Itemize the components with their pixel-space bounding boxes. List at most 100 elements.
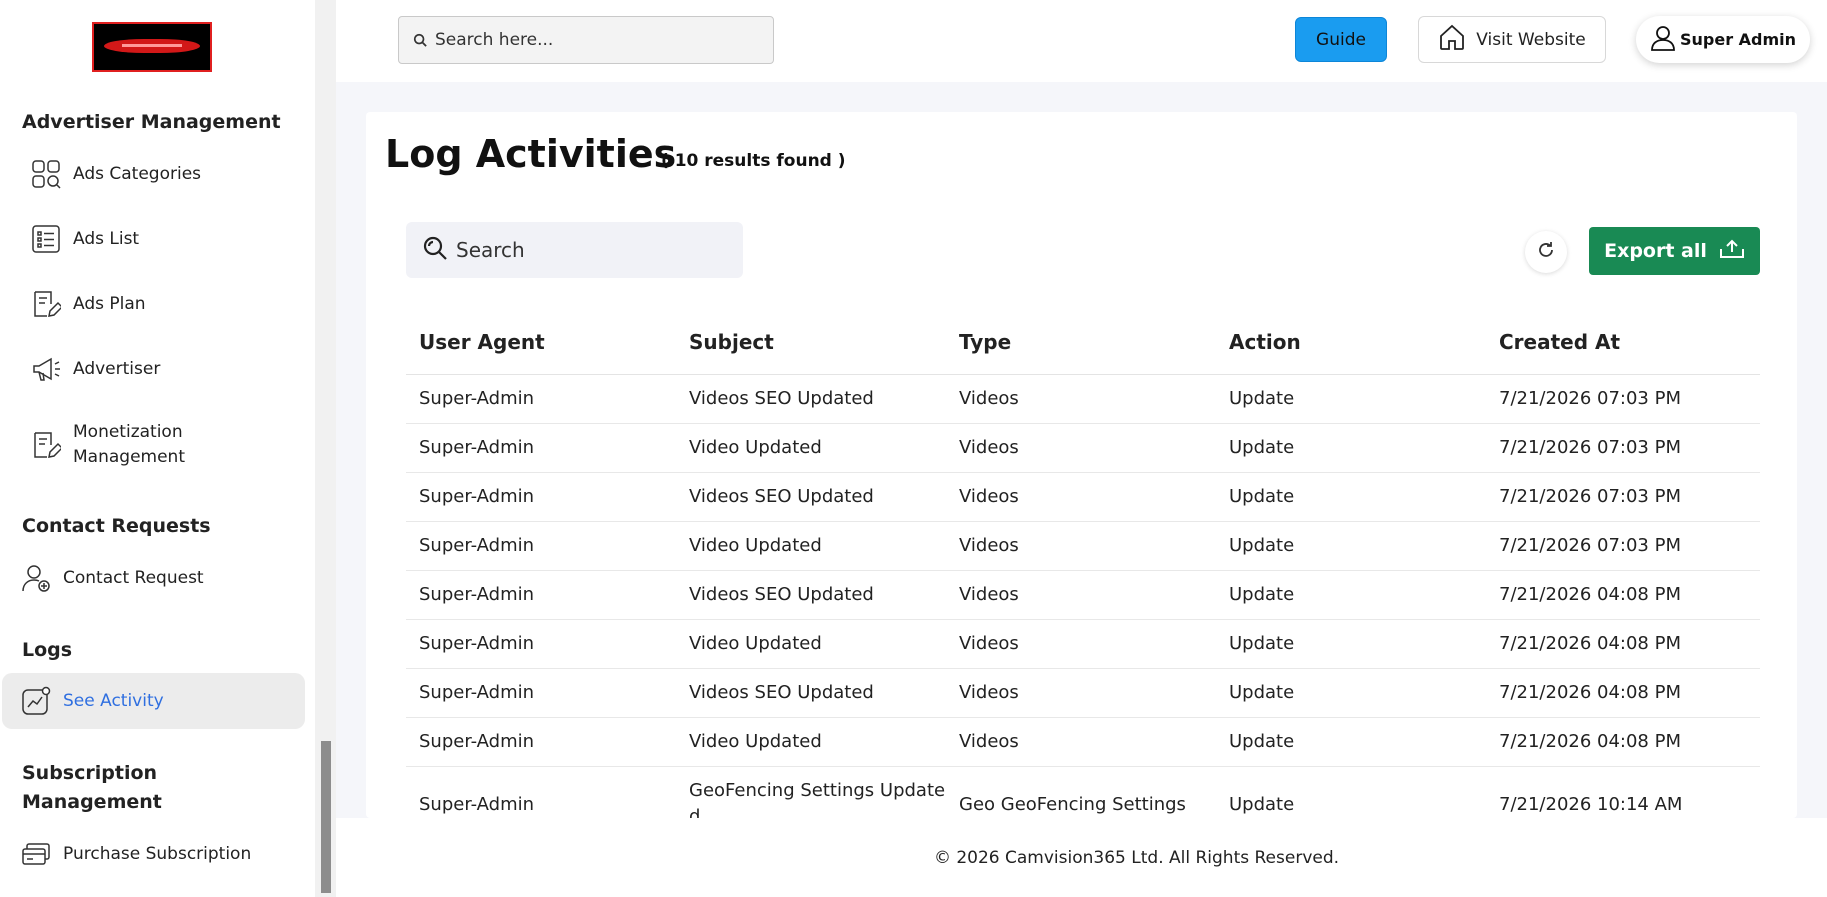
cell-user-agent: Super-Admin	[406, 766, 676, 818]
visit-website-label: Visit Website	[1476, 29, 1586, 50]
column-header-subject[interactable]: Subject	[676, 310, 946, 375]
user-menu-button[interactable]: Super Admin	[1636, 16, 1810, 63]
cell-action: Update	[1216, 717, 1486, 767]
column-header-action[interactable]: Action	[1216, 310, 1486, 375]
cell-type: Videos	[946, 717, 1216, 767]
column-header-created-at[interactable]: Created At	[1486, 310, 1760, 375]
refresh-icon	[1536, 240, 1556, 264]
cell-user-agent: Super-Admin	[406, 374, 676, 424]
cell-created-at: 7/21/2026 10:14 AM	[1486, 766, 1760, 818]
cell-subject: Videos SEO Updated	[676, 570, 946, 620]
sidebar-item-label: Ads Plan	[73, 293, 146, 314]
cell-created-at: 7/21/2026 07:03 PM	[1486, 374, 1760, 424]
cell-action: Update	[1216, 570, 1486, 620]
cell-subject: Video Updated	[676, 717, 946, 767]
cell-subject: Video Updated	[676, 423, 946, 473]
document-edit-icon	[30, 429, 62, 461]
sidebar-item-label: Monetization Management	[73, 422, 185, 467]
cell-action: Update	[1216, 668, 1486, 718]
export-all-label: Export all	[1604, 240, 1707, 262]
user-name: Super Admin	[1679, 30, 1797, 49]
table-row: Super-Admin Video Updated Videos Update …	[406, 619, 1760, 669]
user-add-icon	[20, 562, 52, 594]
cell-action: Update	[1216, 423, 1486, 473]
cell-subject: Videos SEO Updated	[676, 668, 946, 718]
sidebar-item-contact-request[interactable]: Contact Request	[2, 550, 305, 606]
cell-action: Update	[1216, 619, 1486, 669]
cell-user-agent: Super-Admin	[406, 521, 676, 571]
global-search-input[interactable]: Search here...	[398, 16, 774, 64]
sidebar-item-label: Purchase Subscription	[63, 843, 252, 864]
export-all-button[interactable]: Export all	[1589, 227, 1760, 275]
table-row: Super-Admin Videos SEO Updated Videos Up…	[406, 668, 1760, 718]
sidebar: Advertiser Management Ads Categories Ads…	[0, 0, 315, 897]
table-header-row: User Agent Subject Type Action Created A…	[406, 310, 1760, 375]
table-search-input[interactable]: Search	[406, 222, 743, 278]
megaphone-icon	[30, 353, 62, 385]
sidebar-item-label: Advertiser	[73, 358, 161, 379]
cell-user-agent: Super-Admin	[406, 472, 676, 522]
cell-subject: Video Updated	[676, 521, 946, 571]
logo[interactable]	[92, 22, 212, 72]
sidebar-item-ads-categories[interactable]: Ads Categories	[2, 146, 305, 202]
global-search-placeholder: Search here...	[435, 30, 554, 50]
table-row: Super-Admin Video Updated Videos Update …	[406, 423, 1760, 473]
section-title-subscription: Subscription Management	[22, 762, 162, 813]
cell-type: Videos	[946, 521, 1216, 571]
search-icon	[413, 32, 429, 48]
section-title-logs: Logs	[22, 639, 73, 661]
table-search-placeholder: Search	[456, 238, 525, 262]
logo-mark-line	[122, 44, 182, 47]
cell-created-at: 7/21/2026 04:08 PM	[1486, 717, 1760, 767]
table-row: Super-Admin Videos SEO Updated Videos Up…	[406, 570, 1760, 620]
section-title-advertiser: Advertiser Management	[22, 111, 281, 133]
sidebar-item-advertiser[interactable]: Advertiser	[2, 341, 305, 397]
refresh-button[interactable]	[1525, 231, 1567, 273]
cell-subject: GeoFencing Settings Updated	[676, 766, 946, 818]
cell-user-agent: Super-Admin	[406, 570, 676, 620]
column-header-type[interactable]: Type	[946, 310, 1216, 375]
copyright-text: © 2026 Camvision365 Ltd. All Rights Rese…	[933, 847, 1340, 868]
activity-chart-icon	[20, 685, 52, 717]
section-title-contact: Contact Requests	[22, 515, 211, 537]
column-header-user-agent[interactable]: User Agent	[406, 310, 676, 375]
cell-type: Videos	[946, 423, 1216, 473]
table-row: Super-Admin Video Updated Videos Update …	[406, 521, 1760, 571]
cell-type: Geo GeoFencing Settings	[946, 766, 1216, 818]
sidebar-item-see-activity[interactable]: See Activity	[2, 673, 305, 729]
cell-action: Update	[1216, 374, 1486, 424]
table-row: Super-Admin Video Updated Videos Update …	[406, 717, 1760, 767]
cell-action: Update	[1216, 472, 1486, 522]
sidebar-item-label: Ads Categories	[73, 163, 202, 184]
cell-action: Update	[1216, 766, 1486, 818]
home-icon	[1438, 23, 1466, 56]
cell-type: Videos	[946, 668, 1216, 718]
visit-website-button[interactable]: Visit Website	[1418, 16, 1606, 63]
table-row: Super-Admin GeoFencing Settings Updated …	[406, 766, 1760, 818]
footer: © 2026 Camvision365 Ltd. All Rights Rese…	[336, 818, 1827, 897]
sidebar-item-ads-list[interactable]: Ads List	[2, 211, 305, 267]
cell-subject: Videos SEO Updated	[676, 472, 946, 522]
log-activities-card: Log Activities ( 10 results found ) Sear…	[366, 112, 1797, 818]
cell-created-at: 7/21/2026 07:03 PM	[1486, 521, 1760, 571]
credit-card-icon	[20, 838, 52, 870]
cell-type: Videos	[946, 570, 1216, 620]
grid-search-icon	[30, 158, 62, 190]
guide-button[interactable]: Guide	[1295, 17, 1387, 62]
cell-type: Videos	[946, 472, 1216, 522]
user-icon	[1650, 25, 1676, 55]
sidebar-item-monetization[interactable]: Monetization Management	[2, 416, 305, 474]
topbar: Search here... Guide Visit Website Super…	[336, 0, 1827, 82]
sidebar-item-label: Contact Request	[63, 567, 204, 588]
sidebar-scrollbar-thumb[interactable]	[321, 741, 331, 893]
sidebar-item-ads-plan[interactable]: Ads Plan	[2, 276, 305, 332]
page-title: Log Activities	[385, 132, 677, 176]
cell-created-at: 7/21/2026 04:08 PM	[1486, 668, 1760, 718]
log-activities-table: User Agent Subject Type Action Created A…	[406, 310, 1760, 818]
cell-subject: Videos SEO Updated	[676, 374, 946, 424]
sidebar-item-purchase-subscription[interactable]: Purchase Subscription	[2, 826, 305, 882]
cell-user-agent: Super-Admin	[406, 668, 676, 718]
cell-created-at: 7/21/2026 07:03 PM	[1486, 423, 1760, 473]
cell-type: Videos	[946, 374, 1216, 424]
cell-subject: Video Updated	[676, 619, 946, 669]
